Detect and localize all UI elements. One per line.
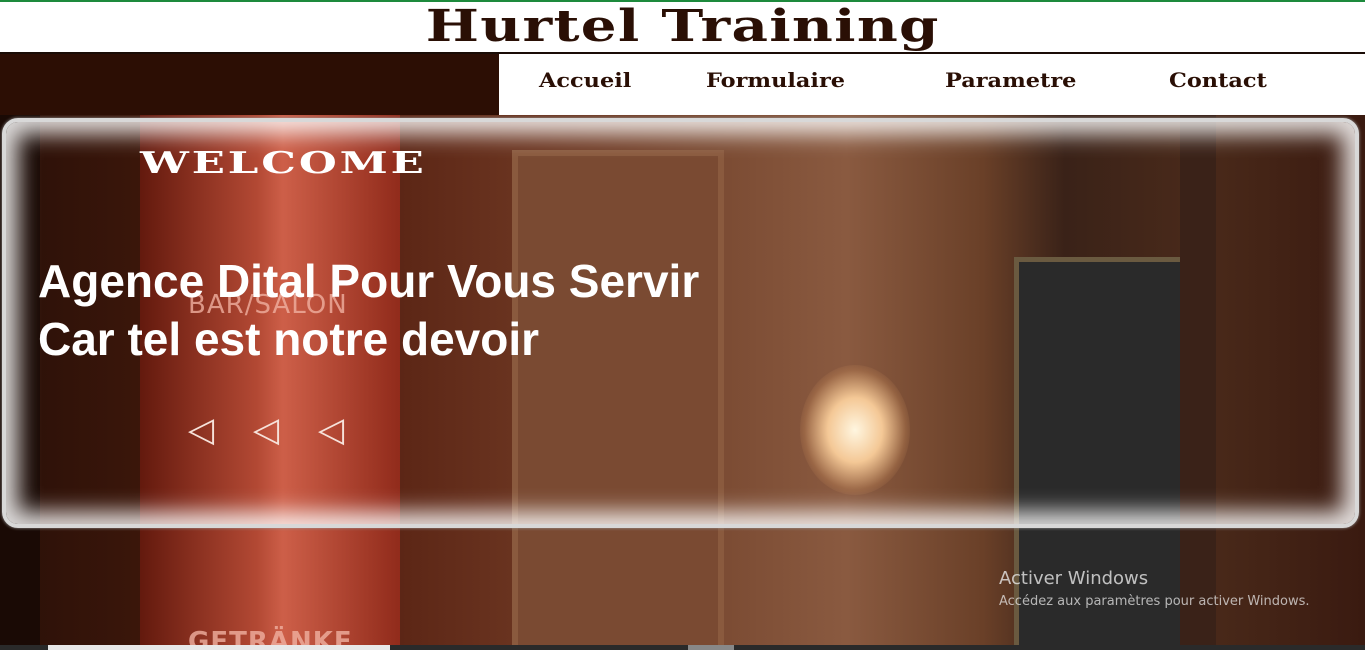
tagline-line-1: Agence Dital Pour Vous Servir	[38, 255, 700, 307]
arrow-left-icon: ◁	[318, 410, 345, 450]
main-nav: Accueil Formulaire Parametre Contact	[499, 54, 1365, 115]
windows-activation-subtitle: Accédez aux paramètres pour activer Wind…	[999, 594, 1310, 609]
nav-parametre[interactable]: Parametre	[945, 68, 1076, 92]
bottom-scroll-strip	[0, 645, 1365, 650]
arrow-left-icon: ◁	[253, 410, 280, 450]
hero-tagline: Agence Dital Pour Vous Servir Car tel es…	[38, 252, 699, 368]
tagline-line-2: Car tel est notre devoir	[38, 313, 540, 365]
windows-activation-title: Activer Windows	[999, 568, 1149, 589]
nav-contact[interactable]: Contact	[1169, 68, 1267, 92]
nav-accueil[interactable]: Accueil	[539, 68, 631, 92]
arrow-left-icon: ◁	[188, 410, 215, 450]
welcome-heading: WELCOME	[140, 146, 427, 181]
page: Hurtel Training Accueil Formulaire Param…	[0, 0, 1365, 650]
site-title: Hurtel Training	[425, 1, 940, 52]
site-header: Hurtel Training	[0, 2, 1365, 52]
nav-color-block	[0, 54, 499, 115]
nav-formulaire[interactable]: Formulaire	[706, 68, 845, 92]
